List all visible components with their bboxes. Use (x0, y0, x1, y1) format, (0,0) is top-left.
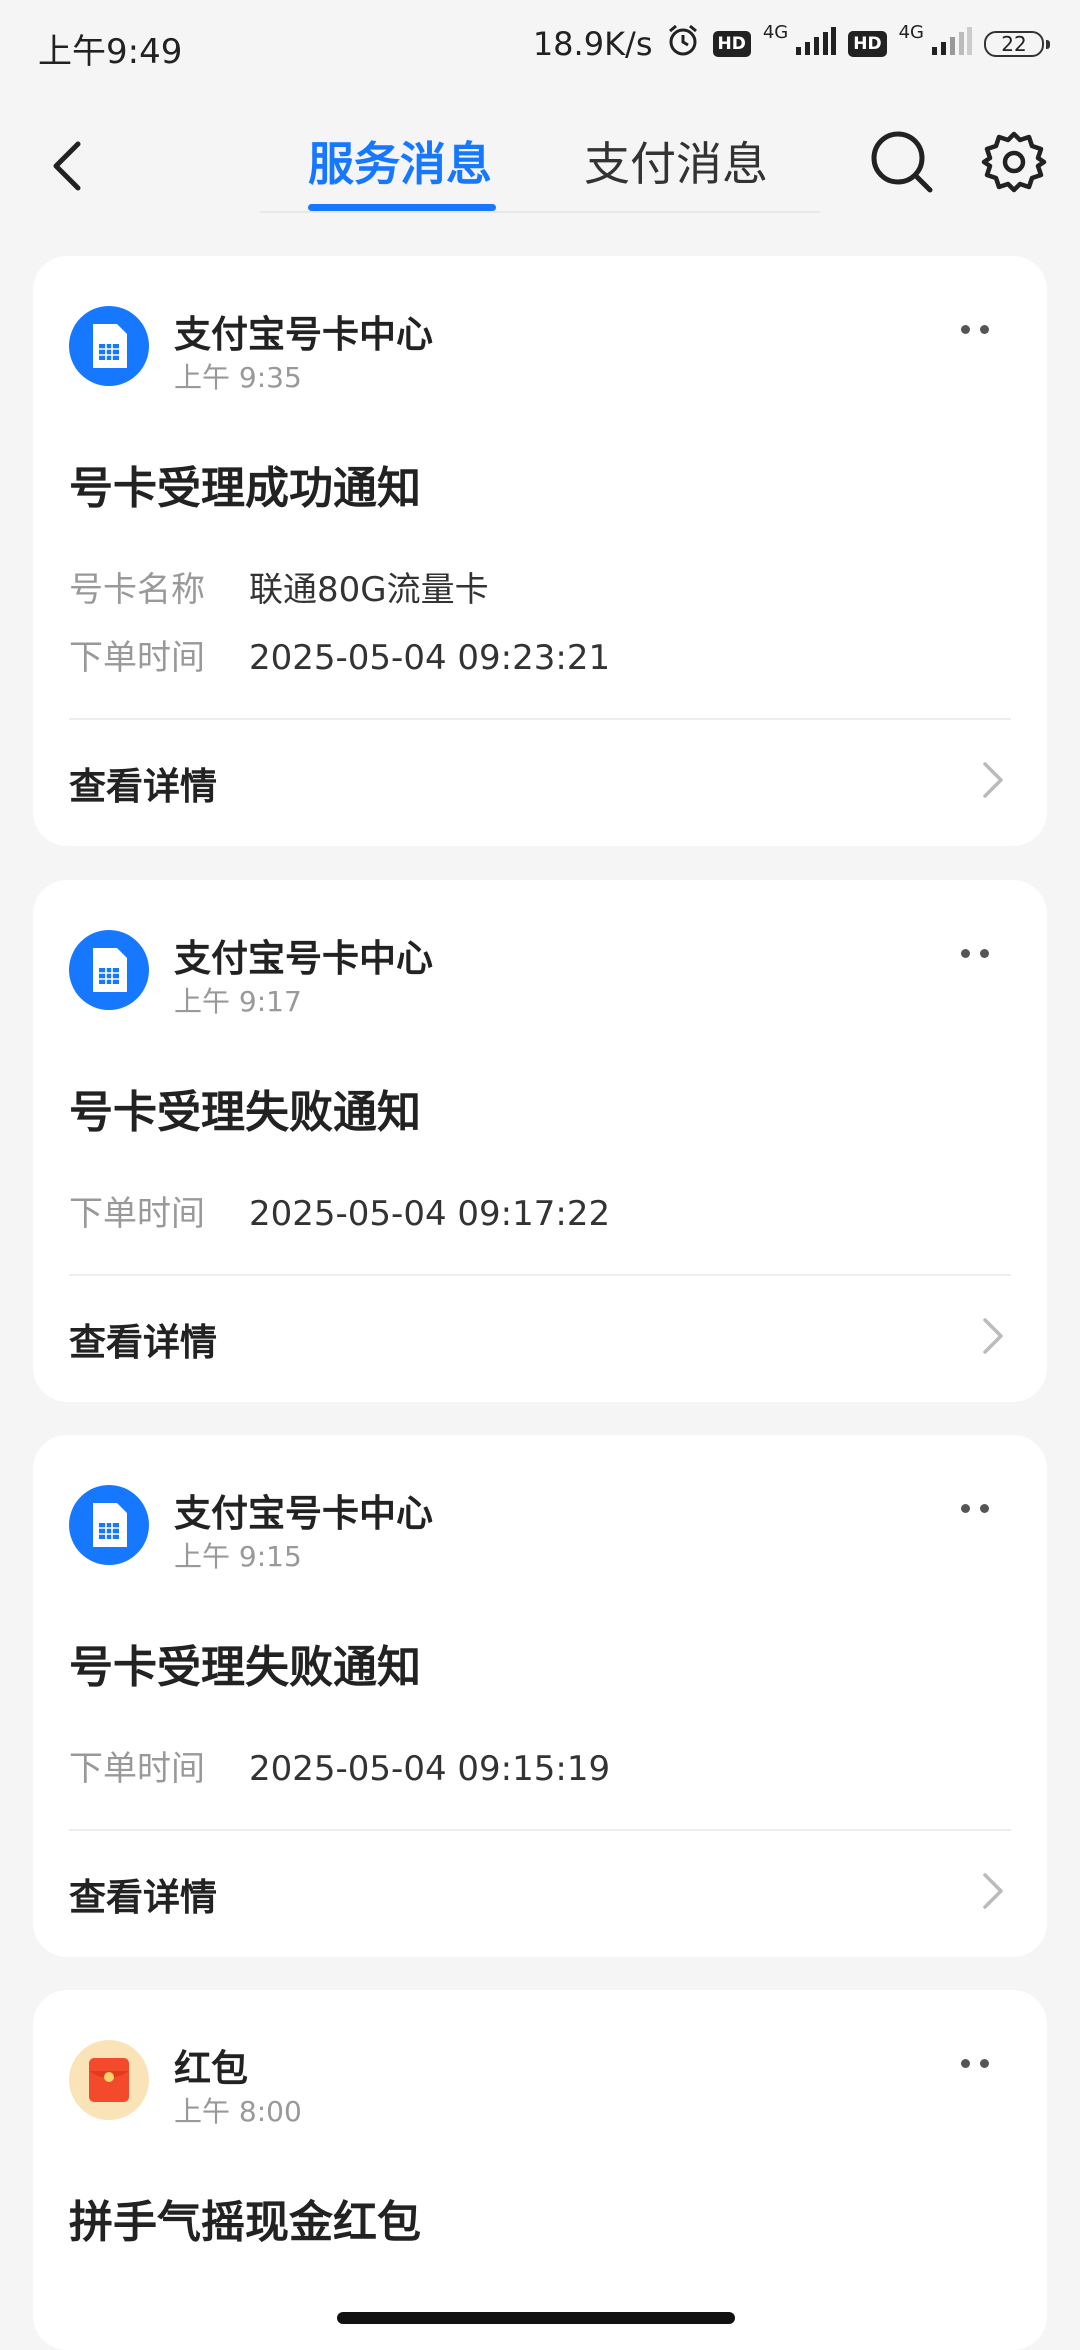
search-icon (871, 131, 933, 193)
view-details-label: 查看详情 (69, 1321, 217, 1364)
tab-divider (260, 211, 820, 213)
field-value: 2025-05-04 09:23:21 (249, 638, 611, 678)
sim-card-icon (93, 1503, 127, 1547)
more-dot (961, 2058, 970, 2068)
tab-service-messages[interactable]: 服务消息 (308, 128, 492, 194)
more-dot (980, 324, 989, 334)
signal-icon (794, 25, 837, 63)
settings-button[interactable] (980, 128, 1048, 196)
more-options-button[interactable] (961, 1493, 1001, 1523)
message-card[interactable]: 红包 上午 8:00 拼手气摇现金红包 (33, 1990, 1047, 2350)
field-label: 下单时间 (69, 1749, 205, 1789)
more-options-button[interactable] (961, 314, 1001, 344)
field-row: 号卡名称 联通80G流量卡 (69, 562, 489, 611)
sim-card-icon (93, 948, 127, 992)
view-details-label: 查看详情 (69, 1876, 217, 1919)
chevron-left-icon (53, 141, 81, 191)
more-dot (980, 2058, 989, 2068)
field-value: 联通80G流量卡 (249, 570, 489, 610)
battery-icon: 22 (984, 31, 1050, 57)
alarm-icon (665, 22, 701, 66)
sender-avatar (69, 1485, 149, 1565)
sender-avatar (69, 930, 149, 1010)
sender-avatar (69, 306, 149, 386)
active-tab-indicator (308, 204, 496, 211)
chevron-right-icon (983, 762, 1003, 798)
more-options-button[interactable] (961, 2048, 1001, 2078)
signal-icon (930, 25, 972, 63)
message-time: 上午 8:00 (174, 2095, 302, 2128)
field-value: 2025-05-04 09:17:22 (249, 1194, 611, 1234)
red-envelope-icon (89, 2058, 129, 2102)
more-dot (961, 324, 970, 334)
field-row: 下单时间 2025-05-04 09:17:22 (69, 1186, 610, 1235)
sender-name: 红包 (174, 2047, 248, 2090)
view-details-row[interactable]: 查看详情 (33, 1276, 1047, 1396)
network-type: 4G (762, 21, 789, 43)
message-card[interactable]: 支付宝号卡中心 上午 9:15 号卡受理失败通知 下单时间 2025-05-04 … (33, 1435, 1047, 1957)
sender-name: 支付宝号卡中心 (174, 313, 433, 356)
gear-icon (981, 131, 1047, 193)
sender-name: 支付宝号卡中心 (174, 937, 433, 980)
field-label: 号卡名称 (69, 570, 205, 610)
home-indicator[interactable] (337, 2312, 735, 2324)
more-dot (980, 1503, 989, 1513)
more-dot (961, 1503, 970, 1513)
network-speed: 18.9K/s (532, 25, 653, 63)
header: 服务消息 支付消息 (0, 110, 1080, 220)
more-dot (961, 948, 970, 958)
message-time: 上午 9:35 (174, 361, 302, 394)
network-type: 4G (898, 21, 924, 43)
tab-payment-messages[interactable]: 支付消息 (584, 128, 768, 194)
more-dot (980, 948, 989, 958)
back-button[interactable] (40, 130, 100, 200)
search-button[interactable] (866, 126, 938, 198)
field-label: 下单时间 (69, 638, 205, 678)
hd-badge: HD (848, 31, 887, 57)
more-options-button[interactable] (961, 938, 1001, 968)
message-card[interactable]: 支付宝号卡中心 上午 9:17 号卡受理失败通知 下单时间 2025-05-04 … (33, 880, 1047, 1402)
message-time: 上午 9:15 (174, 1540, 302, 1573)
message-title: 号卡受理失败通知 (69, 1642, 421, 1693)
sender-name: 支付宝号卡中心 (174, 1492, 433, 1535)
message-time: 上午 9:17 (174, 985, 302, 1018)
view-details-row[interactable]: 查看详情 (33, 1831, 1047, 1951)
message-title: 号卡受理失败通知 (69, 1087, 421, 1138)
message-card[interactable]: 支付宝号卡中心 上午 9:35 号卡受理成功通知 号卡名称 联通80G流量卡 下单… (33, 256, 1047, 846)
view-details-label: 查看详情 (69, 765, 217, 808)
status-time: 上午9:49 (38, 32, 183, 72)
chevron-right-icon (983, 1873, 1003, 1909)
message-title: 拼手气摇现金红包 (69, 2197, 421, 2248)
message-title: 号卡受理成功通知 (69, 463, 421, 514)
status-icons: 18.9K/s HD 4G HD 4G 22 (532, 21, 1050, 66)
field-value: 2025-05-04 09:15:19 (249, 1749, 611, 1789)
sender-avatar (69, 2040, 149, 2120)
battery-level: 22 (1001, 32, 1027, 56)
field-label: 下单时间 (69, 1194, 205, 1234)
status-bar: 上午9:49 18.9K/s HD 4G HD 4G 22 (0, 0, 1080, 90)
field-row: 下单时间 2025-05-04 09:23:21 (69, 630, 610, 679)
sim-card-icon (93, 324, 127, 368)
chevron-right-icon (983, 1318, 1003, 1354)
view-details-row[interactable]: 查看详情 (33, 720, 1047, 840)
field-row: 下单时间 2025-05-04 09:15:19 (69, 1741, 610, 1790)
hd-badge: HD (712, 31, 751, 57)
